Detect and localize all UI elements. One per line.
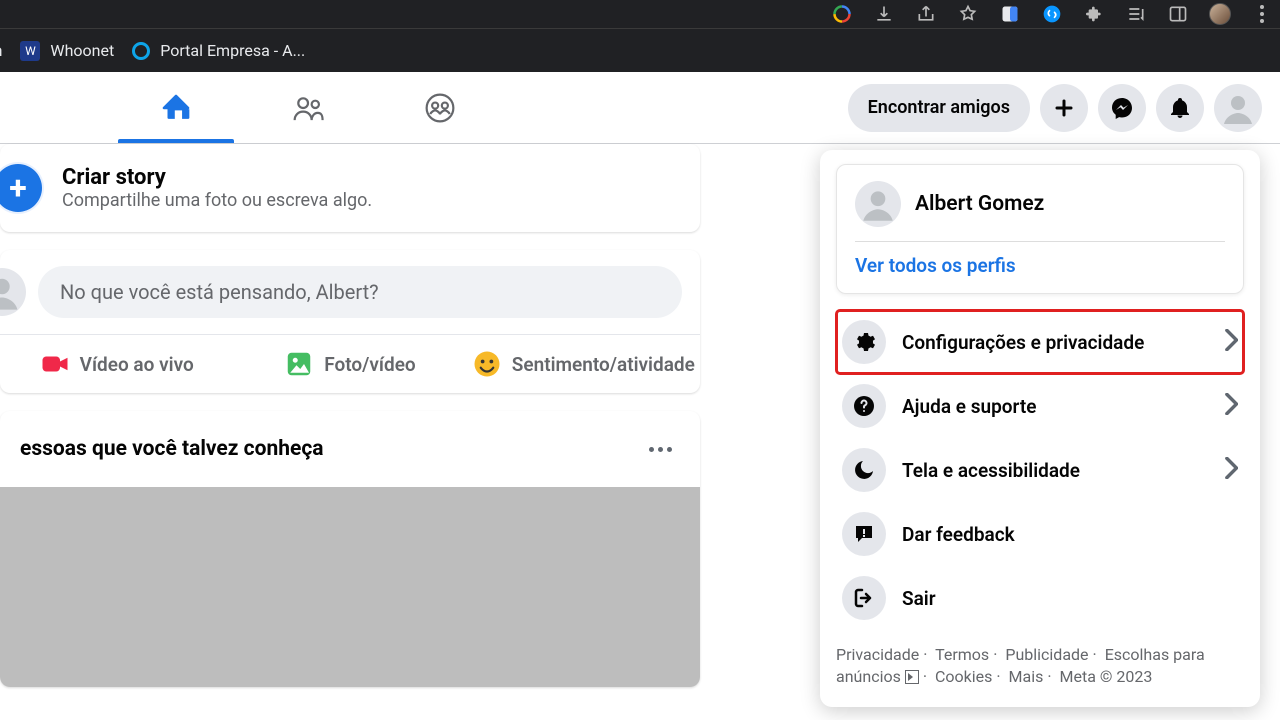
chevron-right-icon — [1224, 329, 1238, 355]
menu-label: Ajuda e suporte — [902, 395, 1208, 418]
shazam-extension-icon[interactable] — [1040, 2, 1064, 26]
tab-friends[interactable] — [242, 72, 374, 143]
translate-extension-icon[interactable] — [998, 2, 1022, 26]
moon-icon — [842, 448, 886, 492]
gear-icon — [842, 320, 886, 364]
browser-menu-icon[interactable] — [1250, 2, 1274, 26]
logout-icon — [842, 576, 886, 620]
bookmark-label: Portal Empresa - A... — [160, 41, 305, 60]
profile-avatar-icon — [855, 181, 901, 227]
pymk-card: essoas que você talvez conheça — [0, 411, 700, 687]
extensions-icon[interactable] — [1082, 2, 1106, 26]
menu-label: Tela e acessibilidade — [902, 459, 1208, 482]
question-icon — [842, 384, 886, 428]
messenger-button[interactable] — [1098, 84, 1146, 132]
footer-privacy[interactable]: Privacidade — [836, 645, 919, 664]
menu-label: Sair — [902, 587, 1238, 610]
share-icon[interactable] — [914, 2, 938, 26]
pymk-title: essoas que você talvez conheça — [20, 437, 324, 461]
tab-groups[interactable] — [374, 72, 506, 143]
composer-actions: Vídeo ao vivo Foto/vídeo Sentimento/ativ… — [0, 334, 700, 393]
find-friends-button[interactable]: Encontrar amigos — [848, 84, 1030, 132]
see-all-profiles-link[interactable]: Ver todos os perfis — [855, 254, 1225, 277]
app-topbar: Encontrar amigos — [0, 72, 1280, 144]
profile-avatar-icon[interactable] — [1208, 2, 1232, 26]
reading-list-icon[interactable] — [1124, 2, 1148, 26]
find-friends-label: Encontrar amigos — [868, 97, 1010, 118]
bookmark-label: tch — [0, 41, 2, 60]
feedback-icon — [842, 512, 886, 556]
composer-placeholder: No que você está pensando, Albert? — [60, 280, 379, 304]
menu-give-feedback[interactable]: Dar feedback — [836, 502, 1244, 566]
profile-name: Albert Gomez — [915, 192, 1044, 216]
favicon-icon — [132, 42, 150, 60]
footer-meta: Meta © 2023 — [1060, 667, 1153, 686]
chevron-right-icon — [1224, 393, 1238, 419]
create-button[interactable] — [1040, 84, 1088, 132]
live-video-button[interactable]: Vídeo ao vivo — [0, 335, 233, 393]
pymk-more-button[interactable] — [640, 429, 680, 469]
footer-terms[interactable]: Termos — [935, 645, 989, 664]
favicon-icon: W — [20, 41, 40, 61]
bookmark-label: Whoonet — [50, 41, 114, 60]
adchoices-icon — [905, 670, 919, 684]
notifications-button[interactable] — [1156, 84, 1204, 132]
photo-video-label: Foto/vídeo — [324, 353, 415, 376]
bookmark-item[interactable]: Portal Empresa - A... — [132, 41, 305, 60]
feeling-label: Sentimento/atividade — [512, 353, 695, 376]
plus-icon: + — [0, 162, 44, 214]
feed-column: + Criar story Compartilhe uma foto ou es… — [0, 144, 700, 705]
account-button[interactable] — [1214, 84, 1262, 132]
bookmark-item[interactable]: W Whoonet — [20, 41, 114, 61]
menu-help-support[interactable]: Ajuda e suporte — [836, 374, 1244, 438]
menu-logout[interactable]: Sair — [836, 566, 1244, 630]
story-title: Criar story — [62, 165, 372, 190]
composer-avatar[interactable] — [0, 268, 26, 316]
bookmarks-bar: tch W Whoonet Portal Empresa - A... — [0, 28, 1280, 72]
story-subtitle: Compartilhe uma foto ou escreva algo. — [62, 190, 372, 211]
profile-card[interactable]: Albert Gomez Ver todos os perfis — [836, 164, 1244, 294]
footer-ads[interactable]: Publicidade — [1005, 645, 1088, 664]
panel-footer: Privacidade· Termos· Publicidade· Escolh… — [836, 644, 1244, 689]
pymk-content — [0, 487, 700, 687]
browser-toolbar — [0, 0, 1280, 28]
create-story-card[interactable]: + Criar story Compartilhe uma foto ou es… — [0, 144, 700, 232]
tab-home[interactable] — [110, 72, 242, 143]
account-menu-panel: Albert Gomez Ver todos os perfis Configu… — [820, 150, 1260, 707]
live-video-label: Vídeo ao vivo — [80, 353, 194, 376]
nav-tabs — [110, 72, 506, 143]
menu-label: Dar feedback — [902, 523, 1238, 546]
menu-label: Configurações e privacidade — [902, 331, 1208, 354]
footer-more[interactable]: Mais — [1009, 667, 1044, 686]
bookmark-star-icon[interactable] — [956, 2, 980, 26]
side-panel-icon[interactable] — [1166, 2, 1190, 26]
google-icon[interactable] — [830, 2, 854, 26]
footer-cookies[interactable]: Cookies — [935, 667, 992, 686]
bookmark-item[interactable]: tch — [0, 41, 2, 60]
menu-display-accessibility[interactable]: Tela e acessibilidade — [836, 438, 1244, 502]
menu-settings-privacy[interactable]: Configurações e privacidade — [836, 310, 1244, 374]
photo-video-button[interactable]: Foto/vídeo — [233, 335, 466, 393]
download-icon[interactable] — [872, 2, 896, 26]
composer-card: No que você está pensando, Albert? Vídeo… — [0, 250, 700, 393]
chevron-right-icon — [1224, 457, 1238, 483]
nav-right: Encontrar amigos — [848, 72, 1262, 143]
composer-input[interactable]: No que você está pensando, Albert? — [38, 266, 682, 318]
feeling-button[interactable]: Sentimento/atividade — [467, 335, 700, 393]
